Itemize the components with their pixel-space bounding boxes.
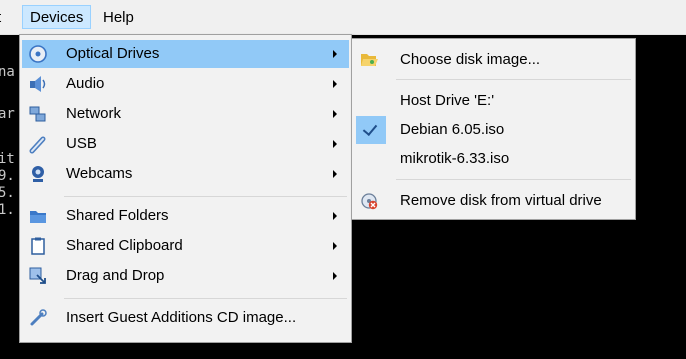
menu-item-label: Insert Guest Additions CD image... bbox=[66, 309, 297, 326]
check-gutter bbox=[356, 116, 386, 144]
submenu-item-host-drive[interactable]: Host Drive 'E:' bbox=[354, 87, 633, 115]
submenu-arrow-icon bbox=[333, 140, 337, 148]
menu-item-drag-and-drop[interactable]: Drag and Drop bbox=[22, 262, 349, 290]
optical-disc-icon bbox=[28, 44, 48, 64]
folder-icon bbox=[28, 206, 48, 226]
audio-icon bbox=[28, 74, 48, 94]
submenu-arrow-icon bbox=[333, 170, 337, 178]
menu-separator bbox=[396, 179, 631, 180]
submenu-arrow-icon bbox=[333, 110, 337, 118]
usb-icon bbox=[28, 134, 48, 154]
submenu-item-debian-iso[interactable]: Debian 6.05.iso bbox=[354, 116, 633, 144]
submenu-item-label: Choose disk image... bbox=[400, 51, 541, 68]
submenu-item-mikrotik-iso[interactable]: mikrotik-6.33.iso bbox=[354, 145, 633, 173]
console-line: na bbox=[0, 64, 15, 80]
menu-separator bbox=[64, 298, 347, 299]
menu-item-network[interactable]: Network bbox=[22, 100, 349, 128]
devices-menu: Optical Drives Audio Network USB Webcams bbox=[19, 34, 352, 343]
menu-item-shared-folders[interactable]: Shared Folders bbox=[22, 202, 349, 230]
menu-separator bbox=[64, 196, 347, 197]
console-line: 1. bbox=[0, 202, 15, 218]
submenu-arrow-icon bbox=[333, 272, 337, 280]
webcam-icon bbox=[28, 164, 48, 184]
cd-insert-icon bbox=[28, 308, 48, 328]
submenu-arrow-icon bbox=[333, 242, 337, 250]
submenu-item-choose-disk-image[interactable]: Choose disk image... bbox=[354, 46, 633, 74]
submenu-item-label: Debian 6.05.iso bbox=[400, 121, 505, 138]
clipboard-icon bbox=[28, 236, 48, 256]
submenu-item-remove-disk[interactable]: Remove disk from virtual drive bbox=[354, 187, 633, 215]
remove-disk-icon bbox=[359, 191, 379, 211]
menubar-item-partial[interactable]: t bbox=[0, 8, 9, 28]
menu-item-label: Optical Drives bbox=[66, 45, 160, 62]
menu-separator bbox=[396, 79, 631, 80]
console-line: ar bbox=[0, 106, 15, 122]
menu-item-optical-drives[interactable]: Optical Drives bbox=[22, 40, 349, 68]
console-line: it bbox=[0, 151, 15, 167]
checkmark-icon bbox=[362, 120, 378, 137]
folder-open-icon bbox=[359, 50, 379, 70]
menu-item-insert-guest-additions[interactable]: Insert Guest Additions CD image... bbox=[22, 304, 349, 332]
menu-item-label: Shared Folders bbox=[66, 207, 169, 224]
menu-item-label: Shared Clipboard bbox=[66, 237, 183, 254]
submenu-arrow-icon bbox=[333, 212, 337, 220]
menu-item-label: Audio bbox=[66, 75, 105, 92]
submenu-item-label: mikrotik-6.33.iso bbox=[400, 150, 510, 167]
console-line: 5. bbox=[0, 185, 15, 201]
submenu-item-label: Remove disk from virtual drive bbox=[400, 192, 602, 209]
menu-item-audio[interactable]: Audio bbox=[22, 70, 349, 98]
menubar: t Devices Help bbox=[0, 0, 686, 35]
submenu-item-label: Host Drive 'E:' bbox=[400, 92, 495, 109]
menu-item-label: Webcams bbox=[66, 165, 133, 182]
menu-item-shared-clipboard[interactable]: Shared Clipboard bbox=[22, 232, 349, 260]
menu-item-webcams[interactable]: Webcams bbox=[22, 160, 349, 188]
network-icon bbox=[28, 104, 48, 124]
drag-drop-icon bbox=[28, 266, 48, 286]
menu-item-label: Drag and Drop bbox=[66, 267, 165, 284]
submenu-arrow-icon bbox=[333, 80, 337, 88]
console-line: 9. bbox=[0, 168, 15, 184]
menu-item-usb[interactable]: USB bbox=[22, 130, 349, 158]
menu-item-label: USB bbox=[66, 135, 97, 152]
submenu-arrow-icon bbox=[333, 50, 337, 58]
optical-drives-submenu: Choose disk image... Host Drive 'E:' Deb… bbox=[351, 38, 636, 220]
menu-item-label: Network bbox=[66, 105, 122, 122]
vm-console: na ar it 9. 5. 1. bbox=[0, 34, 19, 264]
menubar-item-help[interactable]: Help bbox=[103, 8, 134, 28]
menubar-item-devices[interactable]: Devices bbox=[22, 5, 92, 29]
